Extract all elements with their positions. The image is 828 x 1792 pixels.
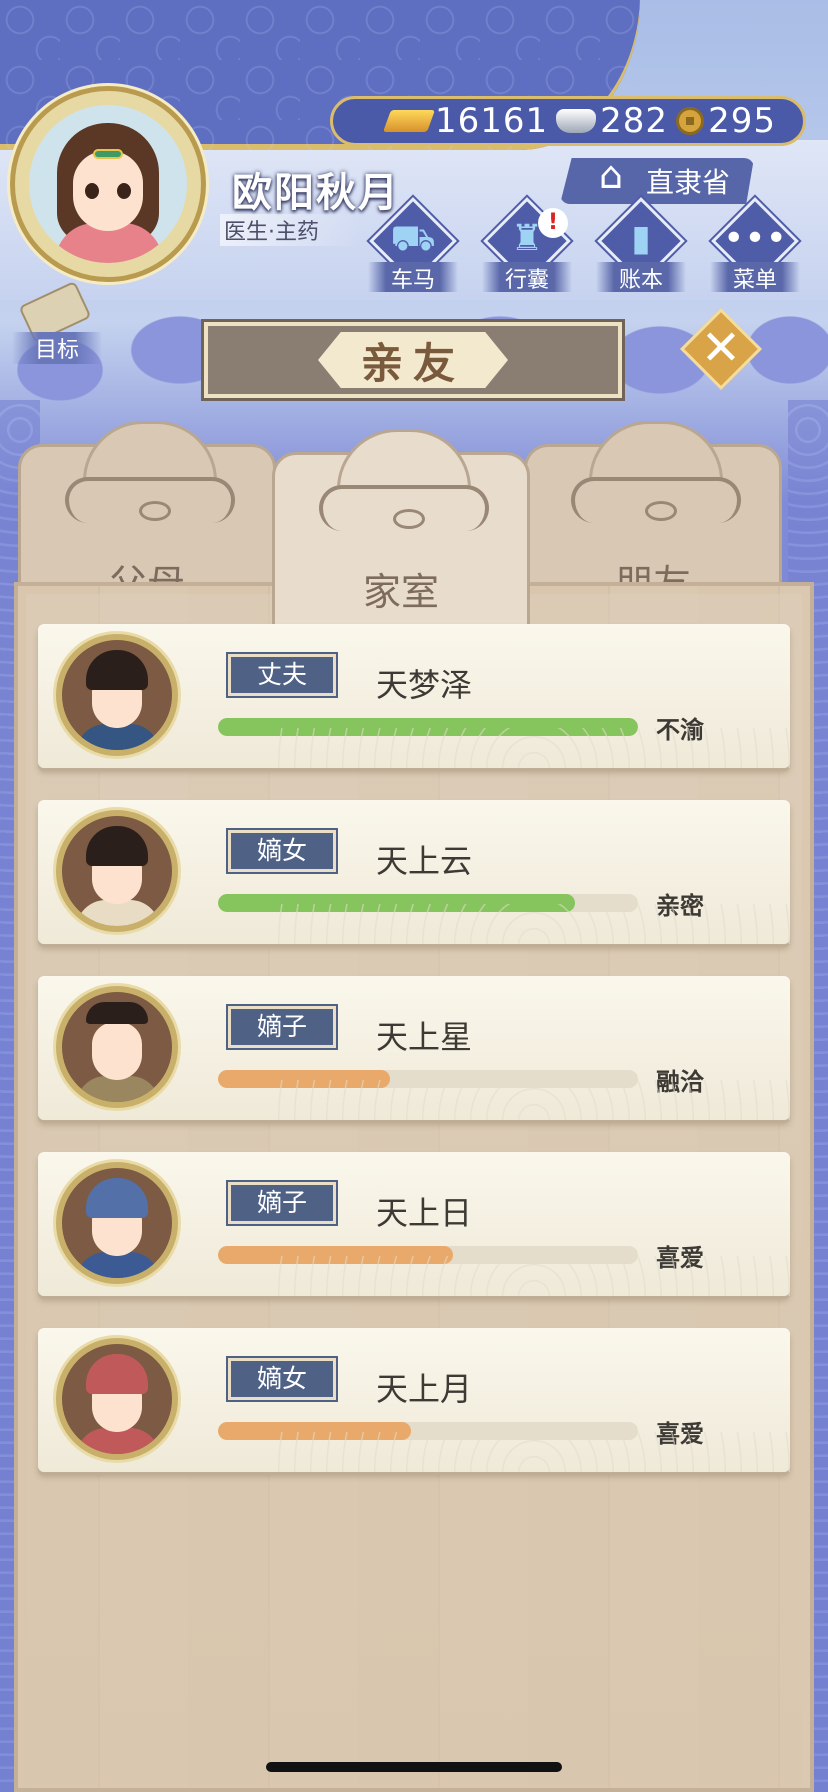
affinity-bar — [218, 1070, 638, 1088]
menu-bag-label: 行囊 — [482, 262, 572, 293]
member-name: 天上月 — [376, 1370, 473, 1408]
bag-alert-badge: ! — [538, 208, 568, 238]
affinity-fill — [218, 1246, 454, 1264]
panel-title: 亲友 — [318, 332, 508, 388]
affinity-status: 融洽 — [656, 1068, 704, 1096]
affinity-status: 亲密 — [656, 892, 704, 920]
affinity-bar — [218, 1246, 638, 1264]
tab-family[interactable]: 家室 — [272, 429, 530, 632]
player-role: 医生·主药 — [220, 214, 359, 246]
relation-tag: 嫡女 — [228, 1358, 336, 1400]
member-avatar — [56, 634, 178, 756]
member-avatar — [56, 986, 178, 1108]
tab-family-label: 家室 — [362, 570, 439, 614]
menu-carriage-label: 车马 — [368, 262, 458, 293]
ledger-icon: ▮ — [631, 218, 651, 259]
player-portrait — [29, 105, 187, 263]
affinity-fill — [218, 1422, 412, 1440]
member-name: 天上星 — [376, 1018, 473, 1056]
member-avatar — [56, 1162, 178, 1284]
affinity-fill — [218, 718, 638, 736]
location-label: 直隶省 — [645, 166, 730, 199]
player-avatar[interactable] — [10, 86, 206, 282]
goal-button[interactable]: 目标 — [12, 280, 102, 366]
goal-label: 目标 — [12, 332, 102, 364]
affinity-fill — [218, 1070, 391, 1088]
affinity-bar — [218, 718, 638, 736]
menu-carriage-button[interactable]: ⛟ 车马 — [360, 197, 460, 300]
member-name: 天梦泽 — [376, 666, 473, 704]
carriage-icon: ⛟ — [390, 218, 436, 259]
list-item[interactable]: 嫡女 天上月 喜爱 — [38, 1328, 790, 1472]
affinity-status: 喜爱 — [656, 1244, 704, 1272]
copper-coin-icon — [676, 107, 705, 135]
list-item[interactable]: 嫡子 天上日 喜爱 — [38, 1152, 790, 1296]
more-icon: ••• — [723, 218, 787, 259]
menu-ledger-button[interactable]: ▮ 账本 — [588, 197, 688, 300]
list-item[interactable]: 丈夫 天梦泽 不渝 — [38, 624, 790, 768]
affinity-fill — [218, 894, 575, 912]
affinity-bar — [218, 1422, 638, 1440]
affinity-status: 不渝 — [656, 716, 704, 744]
relation-tag: 丈夫 — [228, 654, 336, 696]
relation-tag: 嫡子 — [228, 1006, 336, 1048]
panel-title-banner: 亲友 — [204, 322, 622, 398]
member-avatar — [56, 810, 178, 932]
affinity-bar — [218, 894, 638, 912]
currency-bar: 16161 282 295 — [330, 96, 806, 146]
menu-more-button[interactable]: ••• 菜单 — [702, 197, 802, 300]
member-name: 天上日 — [376, 1194, 473, 1232]
list-item[interactable]: 嫡女 天上云 亲密 — [38, 800, 790, 944]
member-name: 天上云 — [376, 842, 473, 880]
menu-ledger-label: 账本 — [596, 262, 686, 293]
member-avatar — [56, 1338, 178, 1460]
relation-tag: 嫡女 — [228, 830, 336, 872]
map-pin-icon: ⌂ — [598, 153, 624, 197]
gold-amount: 16161 — [435, 101, 549, 141]
silver-ingot-icon — [556, 109, 597, 133]
list-item[interactable]: 嫡子 天上星 融洽 — [38, 976, 790, 1120]
menu-more-label: 菜单 — [710, 262, 800, 293]
affinity-status: 喜爱 — [656, 1420, 704, 1448]
relation-tag: 嫡子 — [228, 1182, 336, 1224]
close-icon: ✕ — [700, 320, 742, 376]
coin-amount: 295 — [708, 101, 776, 141]
silver-amount: 282 — [600, 101, 669, 141]
gold-ingot-icon — [382, 110, 436, 132]
home-indicator — [266, 1762, 562, 1772]
